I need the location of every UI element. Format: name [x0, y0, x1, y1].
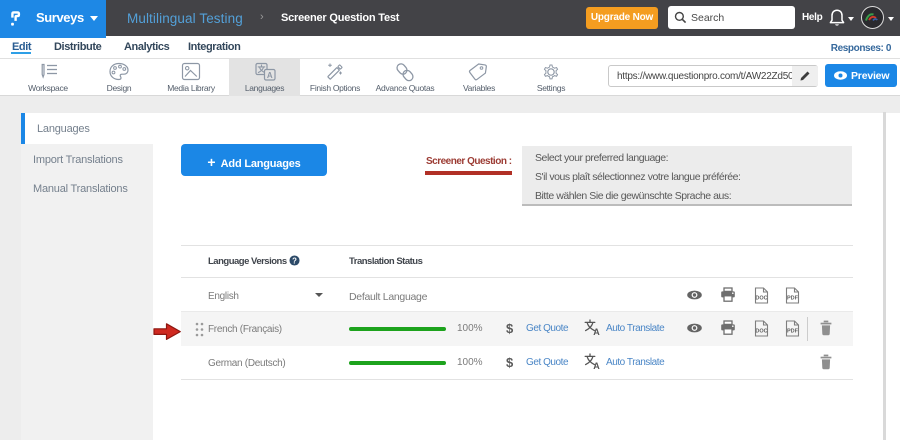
svg-text:PDF: PDF: [787, 296, 799, 302]
svg-text:DOC: DOC: [755, 296, 767, 302]
svg-text:?: ?: [292, 256, 297, 265]
svg-text:A: A: [266, 71, 272, 80]
svg-text:DOC: DOC: [755, 329, 767, 335]
svg-text:PDF: PDF: [787, 329, 799, 335]
svg-text:A: A: [593, 327, 600, 336]
svg-text:A: A: [593, 361, 600, 370]
